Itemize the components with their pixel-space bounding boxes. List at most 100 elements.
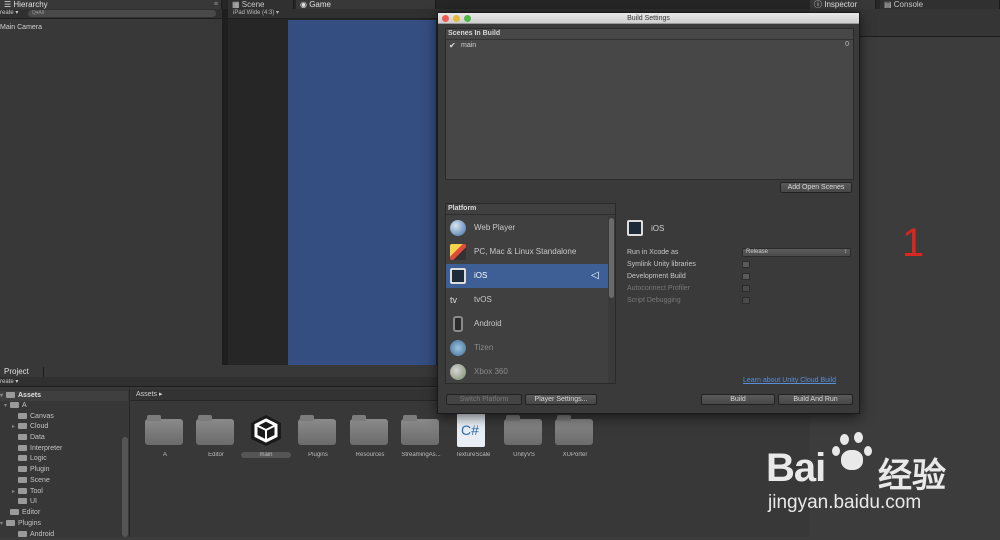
folder-icon: [18, 498, 27, 504]
tree-scrollbar[interactable]: [122, 437, 128, 537]
asset-label: Editor: [208, 452, 224, 458]
platform-label: PC, Mac & Linux Standalone: [474, 247, 577, 256]
tree-item-assets[interactable]: ▾ Assets: [0, 391, 41, 401]
script-debugging-checkbox: [742, 297, 750, 304]
tab-project[interactable]: Project: [0, 367, 44, 377]
tab-inspector-label: Inspector: [824, 0, 858, 9]
tab-scene[interactable]: ▦ Scene: [228, 0, 294, 9]
info-icon: ⓘ: [814, 0, 825, 9]
platform-item-xbox360[interactable]: Xbox 360: [446, 360, 608, 383]
android-icon: [453, 316, 463, 332]
platform-label: Xbox 360: [474, 367, 508, 376]
tree-label: Plugin: [30, 466, 50, 473]
platform-item-standalone[interactable]: PC, Mac & Linux Standalone: [446, 240, 608, 264]
tree-item-logic[interactable]: Logic: [12, 454, 47, 464]
hierarchy-search-input[interactable]: Q▾All: [28, 10, 216, 17]
symlink-label: Symlink Unity libraries: [627, 261, 696, 268]
tree-item-data[interactable]: Data: [12, 433, 45, 443]
tree-item-canvas[interactable]: Canvas: [12, 412, 54, 422]
development-build-checkbox[interactable]: [742, 273, 750, 280]
tree-item-tool[interactable]: ▸ Tool: [12, 487, 43, 497]
tree-item-scene[interactable]: Scene: [12, 476, 50, 486]
tree-item-a[interactable]: ▾ A: [4, 401, 27, 411]
platform-label: tvOS: [474, 295, 492, 304]
folder-icon: [6, 520, 15, 526]
asset-folder-xuporter[interactable]: XUPorter: [555, 413, 601, 461]
watermark-brand: Bai: [766, 446, 826, 490]
add-open-scenes-button[interactable]: Add Open Scenes: [780, 182, 852, 193]
symlink-checkbox[interactable]: [742, 261, 750, 268]
folder-icon: [6, 392, 15, 398]
folder-icon: [401, 413, 439, 445]
scenes-in-build-header: Scenes In Build: [448, 30, 501, 37]
aspect-dropdown[interactable]: iPad Wide (4:3) ▾: [233, 9, 279, 18]
platform-header: Platform: [448, 205, 477, 212]
asset-folder-a[interactable]: A: [145, 413, 191, 461]
scene-item-main[interactable]: main: [461, 42, 476, 49]
tree-label: A: [22, 402, 27, 409]
ios-icon: [450, 268, 466, 284]
tree-item-plugin[interactable]: Plugin: [12, 465, 49, 475]
asset-script-texturescale[interactable]: C# TextureScale: [453, 413, 499, 461]
tv-text: tv: [450, 295, 458, 305]
platform-scrollbar-track: [608, 216, 615, 383]
player-settings-button[interactable]: Player Settings...: [525, 394, 597, 405]
csharp-script-icon: C#: [453, 413, 491, 447]
asset-label: StreamingAs...: [401, 452, 441, 458]
project-create-button[interactable]: reate ▾: [0, 378, 18, 385]
switch-platform-button[interactable]: Switch Platform: [446, 394, 522, 405]
folder-icon: [10, 509, 19, 515]
tab-inspector[interactable]: ⓘ Inspector: [810, 0, 876, 9]
tree-item-cloud[interactable]: ▸ Cloud: [12, 422, 48, 432]
scene-index: 0: [845, 41, 849, 48]
tab-game[interactable]: ◉ Game: [296, 0, 436, 9]
platform-item-android[interactable]: Android: [446, 312, 608, 336]
asset-folder-streamingassets[interactable]: StreamingAs...: [401, 413, 447, 461]
build-and-run-button[interactable]: Build And Run: [778, 394, 853, 405]
tree-item-interpreter[interactable]: Interpreter: [12, 444, 62, 454]
build-settings-window: Build Settings Scenes In Build ✔ main 0 …: [437, 12, 860, 414]
tab-hierarchy[interactable]: ☰ Hierarchy ≡: [0, 0, 222, 9]
asset-folder-editor[interactable]: Editor: [196, 413, 242, 461]
watermark-brand-cn: 经验: [878, 456, 946, 496]
asset-folder-resources[interactable]: Resources: [350, 413, 396, 461]
asset-label: TextureScale: [455, 452, 491, 458]
folder-icon: [555, 413, 593, 445]
tree-item-android[interactable]: Android: [12, 530, 54, 540]
tree-label: Assets: [18, 392, 41, 399]
ios-icon: [627, 220, 643, 236]
close-icon[interactable]: [442, 15, 449, 22]
run-in-xcode-dropdown[interactable]: Release ↕: [742, 248, 851, 257]
autoconnect-profiler-checkbox: [742, 285, 750, 292]
breadcrumb-assets[interactable]: Assets ▸: [136, 390, 162, 398]
build-button[interactable]: Build: [701, 394, 775, 405]
asset-folder-plugins[interactable]: Plugins: [298, 413, 344, 461]
folder-icon: [18, 434, 27, 440]
hierarchy-create-button[interactable]: reate ▾: [0, 9, 18, 18]
tab-hierarchy-label: Hierarchy: [13, 0, 48, 9]
asset-scene-main[interactable]: main: [241, 413, 293, 461]
minimize-icon[interactable]: [453, 15, 460, 22]
watermark-url: jingyan.baidu.com: [768, 492, 922, 513]
zoom-icon[interactable]: [464, 15, 471, 22]
folder-icon: [350, 413, 388, 445]
platform-item-web-player[interactable]: Web Player: [446, 216, 608, 240]
tree-item-ui[interactable]: UI: [12, 497, 37, 507]
asset-folder-unityvs[interactable]: UnityVS: [504, 413, 550, 461]
platform-scrollbar-thumb[interactable]: [609, 218, 614, 298]
hierarchy-item-main-camera[interactable]: Main Camera: [0, 24, 42, 31]
tab-console[interactable]: ▤ Console: [880, 0, 1000, 9]
folder-icon: [18, 488, 27, 494]
tree-item-plugins[interactable]: ▾ Plugins: [0, 519, 41, 529]
unity-cloud-build-link[interactable]: Learn about Unity Cloud Build: [743, 377, 836, 384]
folder-icon: [18, 477, 27, 483]
hierarchy-menu-icon[interactable]: ≡: [214, 0, 218, 9]
platform-item-ios[interactable]: iOS ◁: [446, 264, 608, 288]
folder-icon: [18, 423, 27, 429]
checkbox-checked-icon[interactable]: ✔: [449, 41, 456, 50]
aspect-label: iPad Wide (4:3): [233, 10, 275, 16]
tree-item-editor[interactable]: Editor: [4, 508, 40, 518]
platform-item-tizen[interactable]: Tizen: [446, 336, 608, 360]
platform-item-tvos[interactable]: tv tvOS: [446, 288, 608, 312]
folder-icon: [18, 455, 27, 461]
